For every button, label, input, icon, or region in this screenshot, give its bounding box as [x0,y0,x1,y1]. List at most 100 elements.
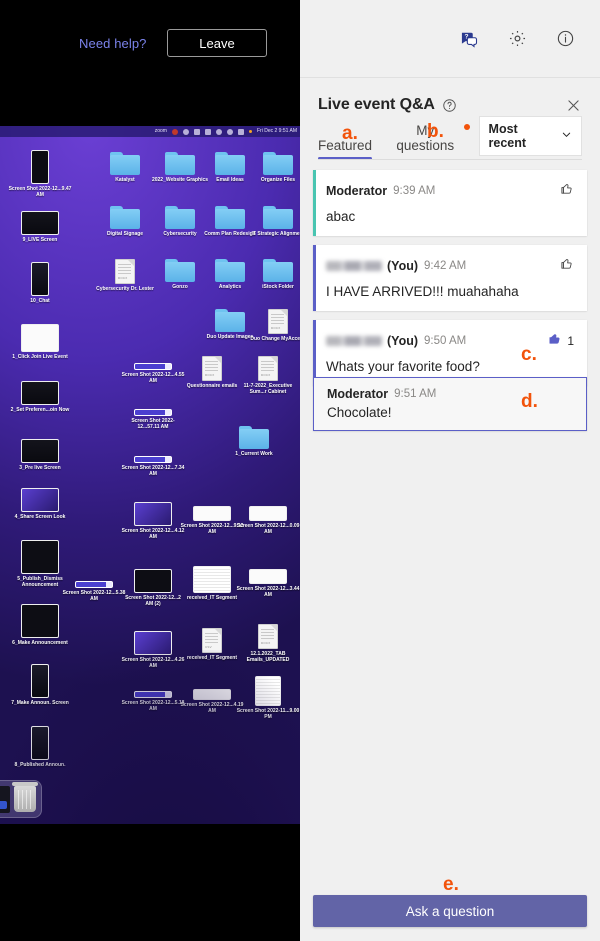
trash-icon[interactable] [14,786,36,812]
qa-message-text: Chocolate! [327,405,573,420]
desktop-icon[interactable]: Screen Shot 2022-12...4.19 AM [180,689,244,715]
qa-footer: Ask a question [300,895,600,941]
desktop-icon[interactable]: 2_Set Preferen...oin Now [8,381,72,413]
qa-message-card[interactable]: Moderator 9:39 AM abac [313,170,587,236]
qa-chat-bubble-icon[interactable]: ? [454,24,484,54]
desktop-icon-label: 6_Make Announcement [8,640,72,646]
screenshot-thumb-icon [75,581,113,588]
desktop-icon[interactable]: Screen Shot 2022-12...5.18 AM [121,691,185,713]
desktop-icon[interactable]: Screen Shot 2022-12...9.12 AM [180,506,244,536]
screenshot-thumb-icon [134,691,172,698]
desktop-icon[interactable]: DOCX 12.1.2022_TAB Emails_UPDATED [236,624,300,664]
desktop-icon[interactable]: Screen Shot 2022-11...9.00 PM [236,676,300,721]
tab-my-questions[interactable]: My questions [388,123,462,160]
desktop-icon[interactable]: Screen Shot 2022-12...0.09 AM [236,506,300,536]
desktop-icon[interactable]: 8_Published Announ. [8,726,72,768]
document-icon: CSV [202,628,222,653]
desktop-icon[interactable]: CSV received_IT Segment [180,628,244,661]
desktop-icon[interactable]: Screen Shot 2022-12...9.47 AM [8,150,72,199]
desktop-icon[interactable]: Screen Shot 2022-12...4.55 AM [121,363,185,385]
stage-bottom-bar [0,824,300,941]
screenshot-thumb-icon [21,488,59,512]
folder-icon [263,206,293,229]
thumbs-up-icon [547,331,562,351]
desktop-icon[interactable]: IT Strategic Alignment [246,206,300,237]
screenshot-thumb-icon [134,569,172,593]
desktop-icon[interactable]: 4_Share Screen Look [8,488,72,520]
desktop-icon-label: 7_Make Announ. Screen [8,700,72,706]
screenshot-root: Need help? Leave zoom Fri Dec 2 9:51 AM … [0,0,600,941]
folder-icon [263,152,293,175]
desktop-icon[interactable]: Screen Shot 2022-12...4.26 AM [121,631,185,670]
folder-icon [165,206,195,229]
tab-underline-track [318,159,582,160]
desktop-icon[interactable]: 1_Current Work [222,426,286,457]
qa-message-reply-card[interactable]: Moderator 9:51 AM Chocolate! [313,377,587,431]
desktop-icon-label: 9_LIVE Screen [8,237,72,243]
like-button[interactable] [559,181,574,201]
desktop-icon[interactable]: 10_Chat [8,262,72,304]
desktop-icon[interactable]: iStock Folder [246,259,300,290]
document-icon: DOCX [268,309,288,334]
screenshot-thumb-icon [134,502,172,526]
screenshot-thumb-icon [193,689,231,700]
desktop-icon[interactable]: DOCX Questionnaire emails [180,356,244,389]
screenshot-thumb-icon [21,381,59,405]
desktop-icon[interactable]: 9_LIVE Screen [8,211,72,243]
desktop-icon-label: Screen Shot 2022-11...9.00 PM [236,708,300,721]
live-event-stage: Need help? Leave zoom Fri Dec 2 9:51 AM … [0,0,300,941]
desktop-icon[interactable]: 6_Make Announcement [8,604,72,646]
gear-icon[interactable] [502,24,532,54]
tab-featured[interactable]: Featured [318,138,372,160]
qa-message-text: Whats your favorite food? [326,359,574,374]
screenshot-thumb-icon [31,262,49,296]
folder-icon [263,259,293,282]
menubar-box-icon [194,129,200,135]
sort-dropdown[interactable]: Most recent [479,116,582,156]
desktop-icon[interactable]: Screen Shot 2022-12...5.38 AM [62,581,126,603]
qa-message-list[interactable]: Moderator 9:39 AM abac [300,160,600,895]
qa-message-time: 9:39 AM [393,185,435,197]
desktop-icon-label: IT Strategic Alignment [246,231,300,237]
desktop-icon-label: Duo Change MyAccess [246,336,300,342]
qa-message-text: I HAVE ARRIVED!!! muahahaha [326,284,574,299]
desktop-icon[interactable]: Screen Shot 2022-12...2 AM (2) [121,569,185,608]
need-help-link[interactable]: Need help? [79,36,147,51]
desktop-icon[interactable]: 7_Make Announ. Screen [8,664,72,706]
desktop-icon-label: received_IT Segment [180,595,244,601]
ask-a-question-button[interactable]: Ask a question [313,895,587,927]
like-button[interactable]: 1 [547,331,574,351]
screenshot-thumb-icon [193,566,231,593]
document-icon: DOCX [115,259,135,284]
desktop-icon[interactable]: received_IT Segment [180,566,244,601]
help-circle-icon[interactable] [442,98,457,113]
desktop-icon[interactable]: Screen Shot 2022-12...57.11 AM [121,409,185,431]
screenshot-thumb-icon [134,409,172,416]
menubar-search-icon [227,129,233,135]
like-button[interactable] [559,256,574,276]
desktop-icon[interactable]: DOCX Duo Change MyAccess [246,309,300,342]
desktop-icon-label: Screen Shot 2022-12...5.38 AM [62,590,126,603]
screenshot-thumb-icon [249,506,287,521]
desktop-icon-label: 3_Pre live Screen [8,465,72,471]
desktop-icon[interactable]: Organize Files [246,152,300,183]
desktop-icon[interactable]: Screen Shot 2022-12...4.12 AM [121,502,185,541]
qa-message-card[interactable]: (You) 9:42 AM I HAVE ARRIVED!!! muahahah… [313,245,587,311]
desktop-icon[interactable]: Screen Shot 2022-12...3.44 AM [236,569,300,599]
desktop-icon[interactable]: Screen Shot 2022-12...7.34 AM [121,456,185,478]
info-icon[interactable] [550,24,580,54]
folder-icon [110,206,140,229]
desktop-icon[interactable]: 3_Pre live Screen [8,439,72,471]
menubar-bluetooth-icon [205,129,211,135]
close-icon[interactable] [565,97,582,114]
page-title: Live event Q&A [318,96,435,114]
qa-message-meta: Moderator 9:51 AM [327,387,573,401]
macos-dock[interactable] [0,780,42,818]
dock-app-icon[interactable] [0,786,10,813]
desktop-icon[interactable]: 1_Click Join Live Event [8,324,72,360]
leave-button[interactable]: Leave [167,29,267,57]
desktop-icon[interactable]: DOCX 11-7-2022_Executive Sum...r Cabinet [236,356,300,396]
screenshot-thumb-icon [193,506,231,521]
qa-header: Live event Q&A [300,78,600,114]
sort-dropdown-label: Most recent [489,122,553,150]
